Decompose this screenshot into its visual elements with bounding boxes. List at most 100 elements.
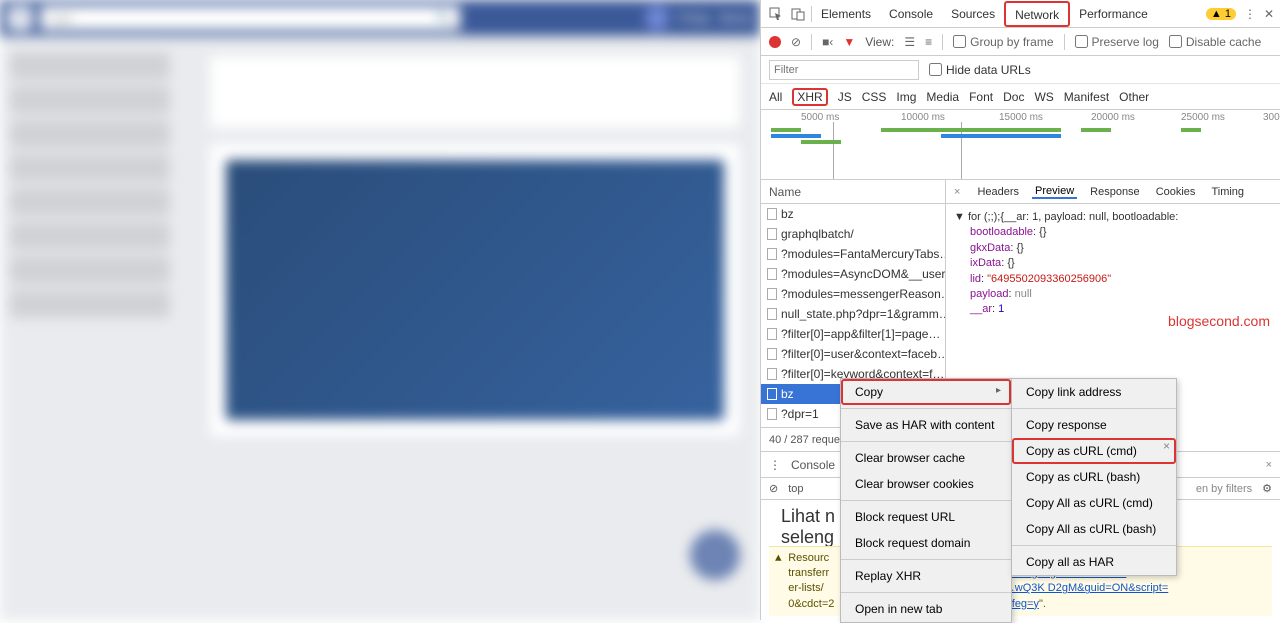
ctx-open-new-tab[interactable]: Open in new tab: [841, 596, 1011, 622]
settings-icon[interactable]: ⚙: [1262, 482, 1272, 495]
detail-tab-preview[interactable]: Preview: [1032, 185, 1077, 199]
request-row[interactable]: ?modules=messengerReason…: [761, 284, 945, 304]
tab-performance[interactable]: Performance: [1070, 0, 1157, 28]
clear-console-icon[interactable]: ⊘: [769, 482, 778, 495]
nav-home[interactable]: Beran: [720, 11, 752, 25]
tab-elements[interactable]: Elements: [812, 0, 880, 28]
disable-cache-checkbox[interactable]: Disable cache: [1169, 35, 1261, 49]
close-drawer-icon[interactable]: ×: [1266, 459, 1272, 471]
network-timeline[interactable]: 5000 ms 10000 ms 15000 ms 20000 ms 25000…: [761, 110, 1280, 180]
copy-all-har[interactable]: Copy all as HAR: [1012, 549, 1176, 575]
request-row[interactable]: ?modules=FantaMercuryTabs…: [761, 244, 945, 264]
request-name: ?dpr=1: [781, 404, 819, 424]
tab-network[interactable]: Network: [1004, 1, 1070, 27]
ctx-clear-cookies[interactable]: Clear browser cookies: [841, 471, 1011, 497]
fb-sidebar: [0, 36, 180, 334]
tab-sources[interactable]: Sources: [942, 0, 1004, 28]
console-menu-icon[interactable]: ⋮: [769, 458, 781, 472]
chat-bubble-icon[interactable]: [690, 530, 740, 580]
ctx-clear-cache[interactable]: Clear browser cache: [841, 445, 1011, 471]
document-icon: [767, 308, 777, 320]
request-row[interactable]: ?filter[0]=app&filter[1]=page…: [761, 324, 945, 344]
document-icon: [767, 208, 777, 220]
fb-logo-icon[interactable]: f: [8, 6, 32, 30]
type-img[interactable]: Img: [896, 90, 916, 104]
view-large-icon[interactable]: ☰: [904, 35, 915, 49]
copy-all-curl-cmd[interactable]: Copy All as cURL (cmd): [1012, 490, 1176, 516]
preserve-log-checkbox[interactable]: Preserve log: [1075, 35, 1159, 49]
request-name: bz: [781, 384, 794, 404]
inspect-icon[interactable]: [767, 5, 785, 23]
avatar[interactable]: [645, 6, 669, 30]
search-placeholder: Cari: [48, 11, 72, 26]
type-js[interactable]: JS: [838, 90, 852, 104]
request-name: ?modules=FantaMercuryTabs…: [781, 244, 945, 264]
copy-link-address[interactable]: Copy link address: [1012, 379, 1176, 405]
view-label: View:: [865, 35, 894, 49]
request-name: ?modules=AsyncDOM&__user…: [781, 264, 945, 284]
close-detail-icon[interactable]: ×: [950, 186, 964, 198]
detail-tab-response[interactable]: Response: [1087, 186, 1143, 198]
search-icon[interactable]: 🔍: [436, 10, 452, 26]
request-name: ?filter[0]=user&context=faceb…: [781, 344, 945, 364]
document-icon: [767, 348, 777, 360]
detail-tab-timing[interactable]: Timing: [1208, 186, 1247, 198]
document-icon: [767, 248, 777, 260]
hide-data-urls-checkbox[interactable]: Hide data URLs: [929, 63, 1031, 77]
clear-icon[interactable]: ⊘: [791, 35, 801, 49]
request-list-header[interactable]: Name: [761, 180, 945, 204]
more-icon[interactable]: ⋮: [1244, 7, 1256, 21]
detail-tab-cookies[interactable]: Cookies: [1153, 186, 1199, 198]
document-icon: [767, 388, 777, 400]
ctx-save-har[interactable]: Save as HAR with content: [841, 412, 1011, 438]
document-icon: [767, 228, 777, 240]
type-ws[interactable]: WS: [1034, 90, 1053, 104]
console-hidden: en by filters: [1196, 483, 1252, 495]
copy-all-curl-bash[interactable]: Copy All as cURL (bash): [1012, 516, 1176, 542]
copy-response[interactable]: Copy response: [1012, 412, 1176, 438]
watermark: blogsecond.com: [1168, 312, 1270, 332]
record-icon[interactable]: [769, 36, 781, 48]
type-font[interactable]: Font: [969, 90, 993, 104]
copy-curl-bash[interactable]: Copy as cURL (bash): [1012, 464, 1176, 490]
facebook-page: f Cari 🔍 Proby Beran: [0, 0, 760, 620]
type-xhr[interactable]: XHR: [792, 88, 827, 106]
filter-input[interactable]: [769, 60, 919, 80]
detail-tab-headers[interactable]: Headers: [974, 186, 1022, 198]
document-icon: [767, 328, 777, 340]
request-name: ?filter[0]=app&filter[1]=page…: [781, 324, 940, 344]
console-label[interactable]: Console: [791, 458, 835, 472]
console-context[interactable]: top: [788, 483, 803, 495]
copy-curl-cmd[interactable]: Copy as cURL (cmd): [1012, 438, 1176, 464]
ctx-replay-xhr[interactable]: Replay XHR: [841, 563, 1011, 589]
request-name: null_state.php?dpr=1&gramm…: [781, 304, 945, 324]
request-row[interactable]: null_state.php?dpr=1&gramm…: [761, 304, 945, 324]
request-row[interactable]: graphqlbatch/: [761, 224, 945, 244]
warning-badge[interactable]: ▲ 1: [1206, 8, 1236, 20]
request-row[interactable]: ?modules=AsyncDOM&__user…: [761, 264, 945, 284]
close-icon[interactable]: ✕: [1264, 7, 1274, 21]
type-other[interactable]: Other: [1119, 90, 1149, 104]
request-row[interactable]: bz: [761, 204, 945, 224]
type-all[interactable]: All: [769, 90, 782, 104]
type-media[interactable]: Media: [926, 90, 959, 104]
network-toolbar: ⊘ ■‹ ▼ View: ☰ ≡ Group by frame Preserve…: [761, 28, 1280, 56]
filter-icon[interactable]: ▼: [843, 35, 855, 49]
request-row[interactable]: ?filter[0]=user&context=faceb…: [761, 344, 945, 364]
type-css[interactable]: CSS: [862, 90, 887, 104]
profile-name[interactable]: Proby: [679, 11, 710, 25]
type-doc[interactable]: Doc: [1003, 90, 1024, 104]
view-small-icon[interactable]: ≡: [925, 35, 932, 49]
submenu-x-icon[interactable]: ×: [1163, 439, 1170, 453]
tab-console[interactable]: Console: [880, 0, 942, 28]
fb-topbar: f Cari 🔍 Proby Beran: [0, 0, 760, 36]
ctx-block-url[interactable]: Block request URL: [841, 504, 1011, 530]
group-by-frame-checkbox[interactable]: Group by frame: [953, 35, 1053, 49]
ctx-block-domain[interactable]: Block request domain: [841, 530, 1011, 556]
capture-icon[interactable]: ■‹: [822, 35, 833, 49]
ctx-copy[interactable]: Copy: [841, 379, 1011, 405]
context-menu: Copy Save as HAR with content Clear brow…: [840, 378, 1012, 623]
type-manifest[interactable]: Manifest: [1064, 90, 1109, 104]
fb-search-input[interactable]: Cari 🔍: [40, 6, 460, 30]
device-icon[interactable]: [789, 5, 807, 23]
